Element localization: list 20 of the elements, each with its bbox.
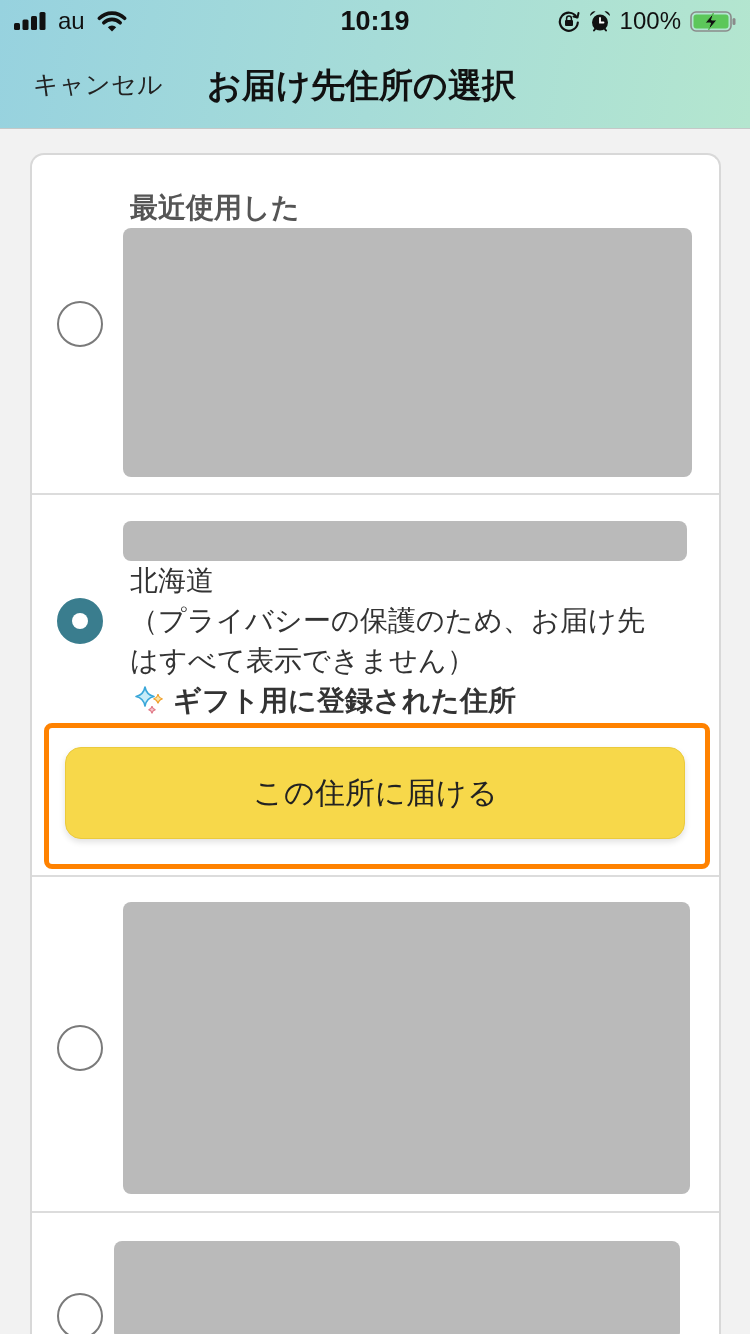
privacy-note: （プライバシーの保護のため、お届け先はすべて表示できません） (129, 603, 646, 679)
cancel-button[interactable]: キャンセル (33, 68, 163, 102)
battery-percent: 100% (619, 7, 681, 35)
radio-button[interactable] (57, 1025, 103, 1071)
radio-button[interactable] (57, 1293, 103, 1334)
gift-address-label: ギフト用に登録された住所 (173, 683, 516, 719)
battery-charging-icon (690, 10, 736, 32)
clock-time: 10:19 (340, 6, 410, 36)
wifi-icon (96, 10, 127, 32)
signal-icon (14, 12, 46, 30)
sparkle-icon (134, 685, 166, 717)
prefecture-text: 北海道 (129, 563, 215, 599)
deliver-button[interactable]: この住所に届ける (65, 747, 685, 839)
page-title: お届け先住所の選択 (207, 64, 516, 107)
alarm-clock-icon (588, 10, 611, 32)
recent-label: 最近使用した (129, 190, 301, 226)
radio-button[interactable] (57, 301, 103, 347)
rotation-lock-icon (557, 10, 580, 32)
carrier-name: au (58, 7, 85, 35)
radio-button[interactable] (57, 598, 103, 644)
